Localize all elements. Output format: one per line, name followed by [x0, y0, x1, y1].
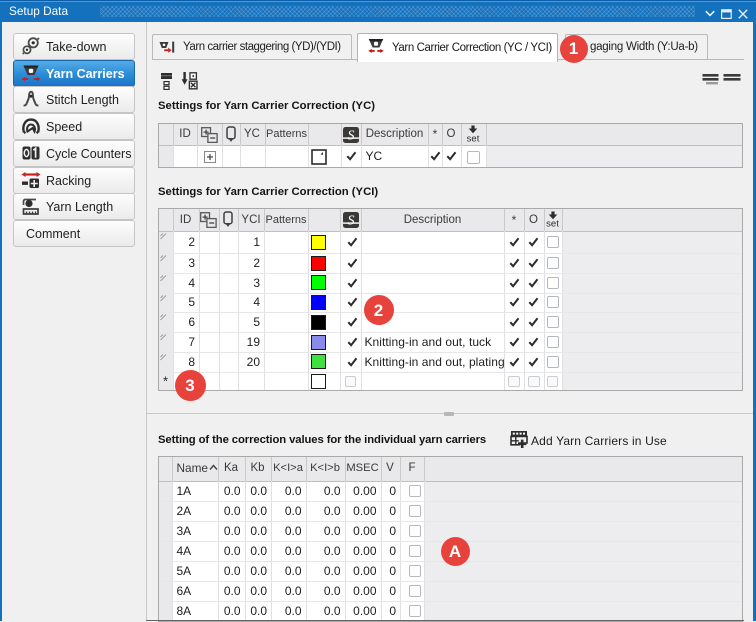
svg-text:S: S — [348, 128, 355, 143]
svg-text:S: S — [347, 213, 354, 228]
